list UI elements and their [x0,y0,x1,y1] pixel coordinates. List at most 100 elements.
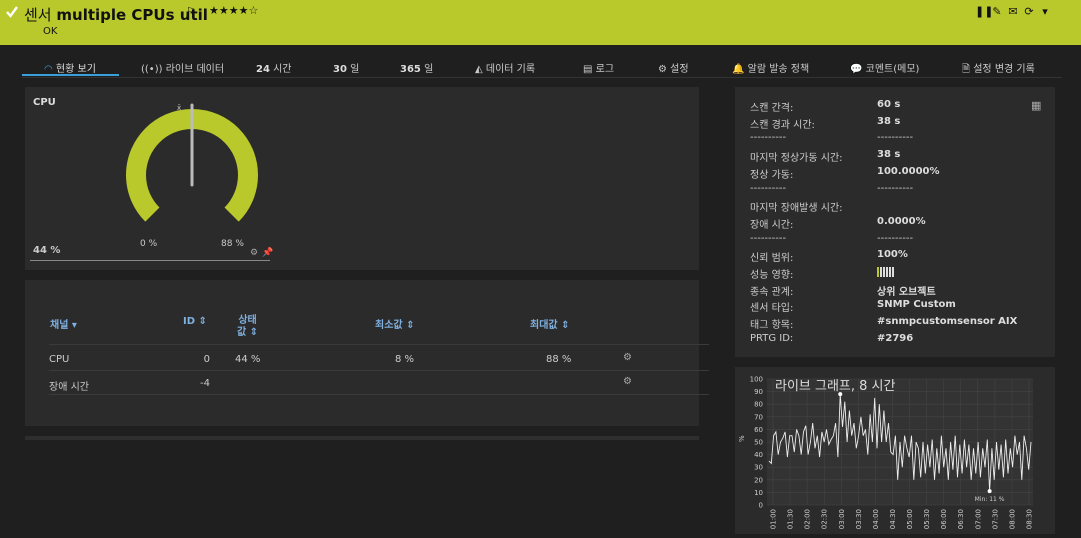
x-tick-label: 08:00 [1008,509,1016,529]
info-value: ---------- [877,132,914,144]
x-tick-label: 02:30 [821,509,829,529]
x-tick-label: 07:00 [974,509,982,529]
y-axis-label: % [738,435,746,442]
pin-icon[interactable]: 📌 [262,248,273,258]
col-label: 채널 [50,320,69,331]
info-value: #2796 [877,332,914,344]
sensor-header: 센서 multiple CPUs util ⚐ ★★★★☆ OK ❚❚ ✎ ✉ … [0,0,1081,45]
page-title: 센서 multiple CPUs util [24,4,208,25]
edit-icon[interactable]: ✎ [991,5,1003,18]
info-key: 종속 관계: [750,286,794,298]
info-value: 38 s [877,115,901,127]
performance-impact-bars [877,267,894,277]
col-min[interactable]: 최소값 ⇕ [375,316,414,331]
col-label: 최소값 [375,320,403,331]
tab-overview[interactable]: ◠ 현황 보기 [44,60,96,75]
x-tick-label: 04:30 [889,509,897,529]
row-channel[interactable]: 장애 시간 [49,378,89,393]
tab-label: 알람 발송 정책 [747,64,810,75]
gauge-settings-icon[interactable]: ⚙ [250,248,258,258]
info-key: ---------- [750,232,787,244]
channel-settings-icon[interactable]: ⚙ [623,352,632,363]
col-id[interactable]: ID ⇕ [183,316,207,327]
info-value: SNMP Custom [877,299,956,311]
y-tick-label: 100 [750,376,763,384]
row-state: 44 % [235,354,261,365]
live-graph: 0 10 20 30 40 50 60 70 80 90 100 01:00 01:30 02:00 02:… [738,376,1034,530]
info-value: 0.0000% [877,215,926,227]
log-icon: ▤ [583,64,593,75]
gauge-value: 44 % [33,245,61,256]
y-tick-label: 80 [754,401,763,409]
live-graph-panel: 0 10 20 30 40 50 60 70 80 90 100 01:00 01:30 02:00 02:… [735,367,1055,534]
tab-live-data[interactable]: ((•)) 라이브 데이터 [141,60,224,75]
info-key: PRTG ID: [750,332,794,344]
tab-24-hours[interactable]: 24 시간 [256,60,292,75]
info-value: 상위 오브젝트 [877,286,936,298]
info-key: 장애 시간: [750,219,794,231]
refresh-icon[interactable]: ⟳ [1023,5,1035,18]
x-tick-label: 04:00 [872,509,880,529]
y-tick-label: 10 [754,489,763,497]
check-icon [6,6,18,18]
x-tick-label: 03:00 [838,509,846,529]
info-key: 스캔 경과 시간: [750,119,815,131]
pause-icon[interactable]: ❚❚ [975,5,993,18]
tab-comments[interactable]: 💬 코멘트(메모) [850,60,919,75]
comment-icon: 💬 [850,64,863,75]
gauge-title: CPU [33,97,56,108]
row-divider [49,394,709,395]
col-channel[interactable]: 채널 ▾ [50,316,77,331]
y-tick-label: 70 [754,413,763,421]
info-key: ---------- [750,132,787,144]
area-chart-icon: ◭ [475,64,483,75]
info-key: 성능 영향: [750,270,794,281]
sensor-info-panel: ▦ 스캔 간격: 60 s 스캔 경과 시간: 38 s ---------- -----… [735,87,1055,357]
info-key: 스캔 간격: [750,103,794,114]
gear-icon: ⚙ [658,64,667,75]
tab-30-days[interactable]: 30 일 [333,60,359,75]
col-max[interactable]: 최대값 ⇕ [530,316,569,331]
x-tick-label: 07:30 [991,509,999,529]
chevron-down-icon[interactable]: ▾ [1039,5,1051,18]
gauge-panel: CPU x̄ 0 % 88 % 44 % ⚙ 📌 [25,87,699,270]
perf-bar [892,267,894,277]
y-tick-label: 90 [754,388,763,396]
row-divider [49,370,709,371]
channel-settings-icon[interactable]: ⚙ [623,376,632,387]
col-state[interactable]: 상태 값 ⇕ [237,315,258,339]
flag-icon[interactable]: ⚐ [186,5,196,18]
tab-num: 30 [333,64,347,75]
status-text: OK [43,26,58,37]
info-value: #snmpcustomsensor AIX [877,316,1018,328]
info-value: ---------- [877,232,914,244]
col-label: 최대값 [530,320,558,331]
sort-down-icon: ▾ [71,320,77,331]
tab-log[interactable]: ▤ 로그 [583,60,614,75]
row-max: 88 % [546,354,572,365]
x-tick-label: 02:00 [804,509,812,529]
sort-icon: ⇕ [198,316,207,327]
row-channel[interactable]: CPU [49,354,69,365]
x-tick-label: 01:00 [770,509,778,529]
tab-num: 24 [256,64,270,75]
row-min: 8 % [395,354,415,365]
x-tick-label: 08:30 [1026,509,1034,529]
bottom-panel-edge [25,436,699,440]
min-annotation: Min: 11 % [975,496,1005,503]
tab-label: 일 [350,64,360,75]
tab-label: 로그 [595,64,615,75]
sort-icon: ⇕ [246,327,259,338]
mail-icon[interactable]: ✉ [1007,5,1019,18]
tab-notifications[interactable]: 🔔 알람 발송 정책 [732,60,809,75]
tab-365-days[interactable]: 365 일 [400,60,433,75]
priority-stars[interactable]: ★★★★☆ [209,4,258,17]
chart-title: 라이브 그래프, 8 시간 [775,379,896,394]
info-value: 60 s [877,99,901,110]
x-tick-label: 05:00 [906,509,914,529]
tab-change-history[interactable]: 🗎 설정 변경 기록 [962,60,1035,79]
col-label: ID [183,316,196,327]
header-divider [49,344,709,345]
tab-settings[interactable]: ⚙ 설정 [658,60,689,75]
tab-historic-data[interactable]: ◭ 데이터 기록 [475,60,535,75]
